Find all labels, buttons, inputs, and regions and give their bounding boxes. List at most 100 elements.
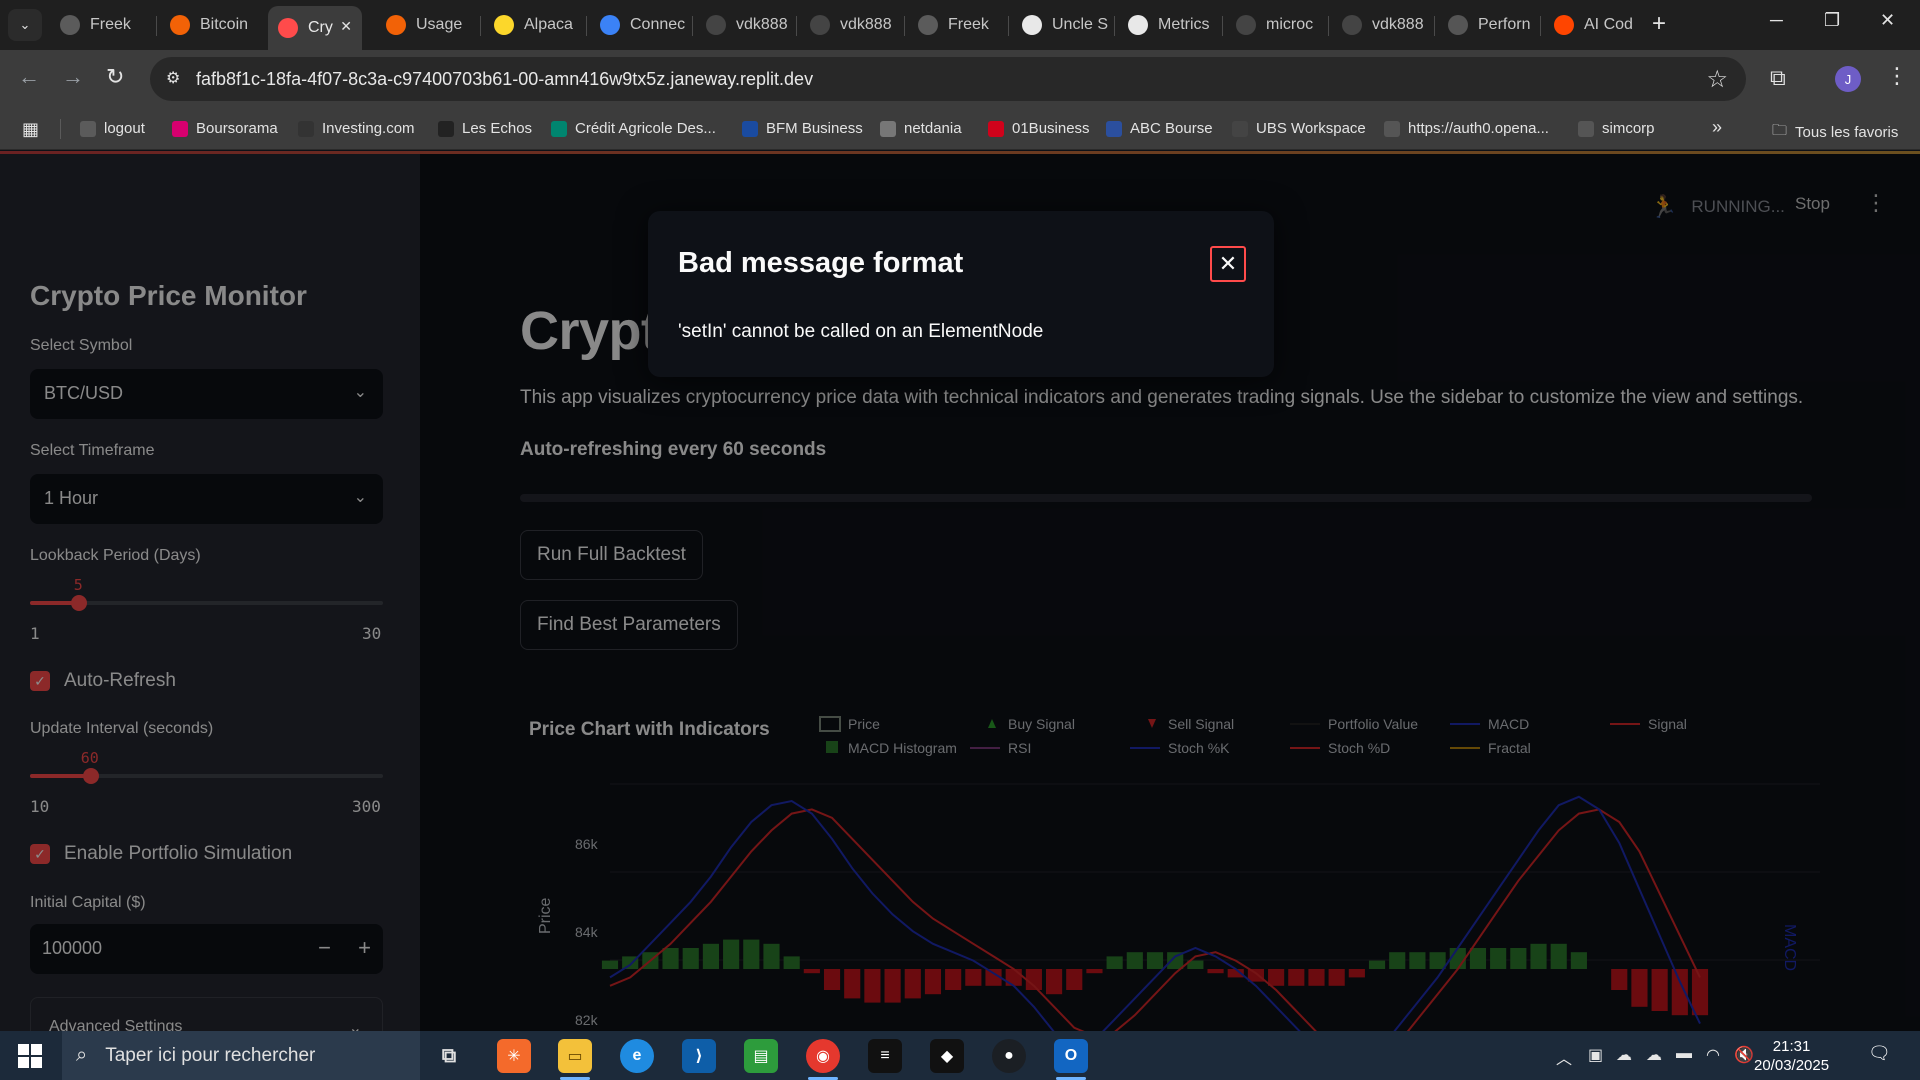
github-desktop-icon[interactable]: ● xyxy=(992,1039,1026,1073)
tab-7[interactable]: vdk888 xyxy=(800,8,900,42)
bookmark-favicon-icon xyxy=(1578,120,1594,137)
clock-time: 21:31 xyxy=(1772,1038,1811,1055)
tray-wifi-icon[interactable]: ◠ xyxy=(1706,1045,1720,1065)
reload-icon[interactable]: ↻ xyxy=(106,64,124,90)
tab-11[interactable]: microc xyxy=(1226,8,1326,42)
bookmark-label: https://auth0.opena... xyxy=(1408,120,1549,137)
url-text[interactable]: fafb8f1c-18fa-4f07-8c3a-c97400703b61-00-… xyxy=(196,69,813,90)
task-view-icon[interactable]: ⧉ xyxy=(432,1039,466,1073)
tab-label: vdk888 xyxy=(840,16,892,33)
bookmark-label: logout xyxy=(104,120,145,137)
bookmark-item[interactable]: https://auth0.opena... xyxy=(1384,120,1549,137)
edge-browser-icon[interactable]: e xyxy=(620,1039,654,1073)
bookmark-label: netdania xyxy=(904,120,962,137)
tab-separator xyxy=(1434,16,1435,36)
tab-5[interactable]: Connec xyxy=(590,8,690,42)
bookmark-item[interactable]: Investing.com xyxy=(298,120,415,137)
tab-14[interactable]: AI Cod xyxy=(1544,8,1644,42)
app-cube-icon[interactable]: ◆ xyxy=(930,1039,964,1073)
tray-battery-icon[interactable]: ▬ xyxy=(1676,1045,1692,1063)
site-info-icon[interactable]: ⚙ xyxy=(166,68,180,88)
bookmark-item[interactable]: Boursorama xyxy=(172,120,278,137)
windows-start-icon[interactable] xyxy=(18,1044,42,1068)
tab-close-icon[interactable]: ✕ xyxy=(340,18,352,35)
tab-12[interactable]: vdk888 xyxy=(1332,8,1432,42)
bookmark-label: Crédit Agricole Des... xyxy=(575,120,716,137)
tray-cloud-off-icon[interactable]: ☁ xyxy=(1616,1045,1632,1065)
forward-arrow-icon[interactable]: → xyxy=(62,64,84,90)
tab-10[interactable]: Metrics xyxy=(1118,8,1218,42)
tab-search-chevron-icon[interactable]: ⌄ xyxy=(8,9,42,41)
bookmark-item[interactable]: netdania xyxy=(880,120,962,137)
new-tab-plus-icon[interactable]: + xyxy=(1652,10,1666,38)
tab-6[interactable]: vdk888 xyxy=(696,8,794,42)
tab-separator xyxy=(1008,16,1009,36)
vscode-icon[interactable]: ⟩ xyxy=(682,1039,716,1073)
notifications-icon[interactable]: 🗨 xyxy=(1868,1043,1891,1064)
bookmark-item[interactable]: 01Business xyxy=(988,120,1090,137)
bookmark-item[interactable]: Les Echos xyxy=(438,120,532,137)
bookmark-item[interactable]: ABC Bourse xyxy=(1106,120,1213,137)
extensions-puzzle-icon[interactable]: ⧉ xyxy=(1770,65,1786,91)
openai-icon xyxy=(1448,15,1468,35)
bookmark-label: UBS Workspace xyxy=(1256,120,1366,137)
tray-volume-mute-icon[interactable]: 🔇 xyxy=(1734,1045,1754,1065)
tab-4[interactable]: Alpaca xyxy=(484,8,584,42)
bookmark-label: simcorp xyxy=(1602,120,1655,137)
browser-menu-icon[interactable]: ⋮ xyxy=(1886,63,1908,89)
tab-1[interactable]: Bitcoin xyxy=(160,8,260,42)
tab-label: Perforn xyxy=(1478,16,1531,33)
error-dialog-title: Bad message format xyxy=(678,247,964,279)
bookmark-item[interactable]: BFM Business xyxy=(742,120,863,137)
bookmark-star-icon[interactable]: ☆ xyxy=(1706,65,1728,94)
tab-separator xyxy=(692,16,693,36)
bookmark-label: 01Business xyxy=(1012,120,1090,137)
apps-grid-icon[interactable]: ▦ xyxy=(22,119,39,140)
taskbar-search[interactable]: ⌕ Taper ici pour rechercher xyxy=(62,1031,420,1080)
taskbar-clock[interactable]: 21:31 20/03/2025 xyxy=(1754,1037,1829,1075)
all-bookmarks-folder[interactable]: 🗀 Tous les favoris xyxy=(1772,120,1898,145)
tab-label: Connec xyxy=(630,16,686,33)
terminal-app-icon[interactable]: ▤ xyxy=(744,1039,778,1073)
file-explorer-icon[interactable]: ▭ xyxy=(558,1039,592,1073)
tab-label: vdk888 xyxy=(736,16,788,33)
restore-icon[interactable]: ❐ xyxy=(1824,10,1840,31)
browser-toolbar: ← → ↻ ⚙ fafb8f1c-18fa-4f07-8c3a-c9740070… xyxy=(0,50,1920,108)
profile-avatar[interactable]: J xyxy=(1835,66,1861,92)
back-arrow-icon[interactable]: ← xyxy=(18,64,40,90)
bookmark-favicon-icon xyxy=(298,120,314,137)
tab-9[interactable]: Uncle S xyxy=(1012,8,1112,42)
chrome-browser-icon[interactable]: ◉ xyxy=(806,1039,840,1073)
bookmark-item[interactable]: Crédit Agricole Des... xyxy=(551,120,716,137)
bookmark-label: ABC Bourse xyxy=(1130,120,1213,137)
bookmarks-overflow-icon[interactable]: » xyxy=(1712,117,1722,138)
github-icon xyxy=(706,15,726,35)
crown-icon xyxy=(1236,15,1256,35)
bookmark-favicon-icon xyxy=(1384,120,1400,137)
reddit-icon xyxy=(1554,15,1574,35)
tab-label: Uncle S xyxy=(1052,16,1109,33)
close-icon[interactable]: ✕ xyxy=(1210,246,1246,282)
outlook-icon[interactable]: O xyxy=(1054,1039,1088,1073)
claude-app-icon[interactable]: ✳ xyxy=(497,1039,531,1073)
address-bar[interactable]: ⚙ fafb8f1c-18fa-4f07-8c3a-c97400703b61-0… xyxy=(150,57,1746,101)
tab-0[interactable]: Freek xyxy=(50,8,150,42)
bookmark-item[interactable]: UBS Workspace xyxy=(1232,120,1366,137)
page-icon xyxy=(1022,15,1042,35)
cursor-app-icon[interactable]: ≡ xyxy=(868,1039,902,1073)
bookmark-label: Les Echos xyxy=(462,120,533,137)
bookmark-favicon-icon xyxy=(438,120,454,137)
bookmark-item[interactable]: simcorp xyxy=(1578,120,1655,137)
tab-separator xyxy=(586,16,587,36)
tab-13[interactable]: Perforn xyxy=(1438,8,1538,42)
window-close-icon[interactable]: ✕ xyxy=(1880,10,1895,31)
tray-chevron-up-icon[interactable]: ︿ xyxy=(1556,1045,1572,1069)
minimize-icon[interactable]: ─ xyxy=(1770,10,1783,31)
tab-2[interactable]: Cry ✕ xyxy=(268,6,362,50)
tab-3[interactable]: Usage xyxy=(376,8,476,42)
tray-camera-icon[interactable]: ▣ xyxy=(1588,1045,1603,1065)
bird-icon xyxy=(60,15,80,35)
bookmark-item[interactable]: logout xyxy=(80,120,145,137)
tray-onedrive-icon[interactable]: ☁ xyxy=(1646,1045,1662,1065)
tab-8[interactable]: Freek xyxy=(908,8,1006,42)
